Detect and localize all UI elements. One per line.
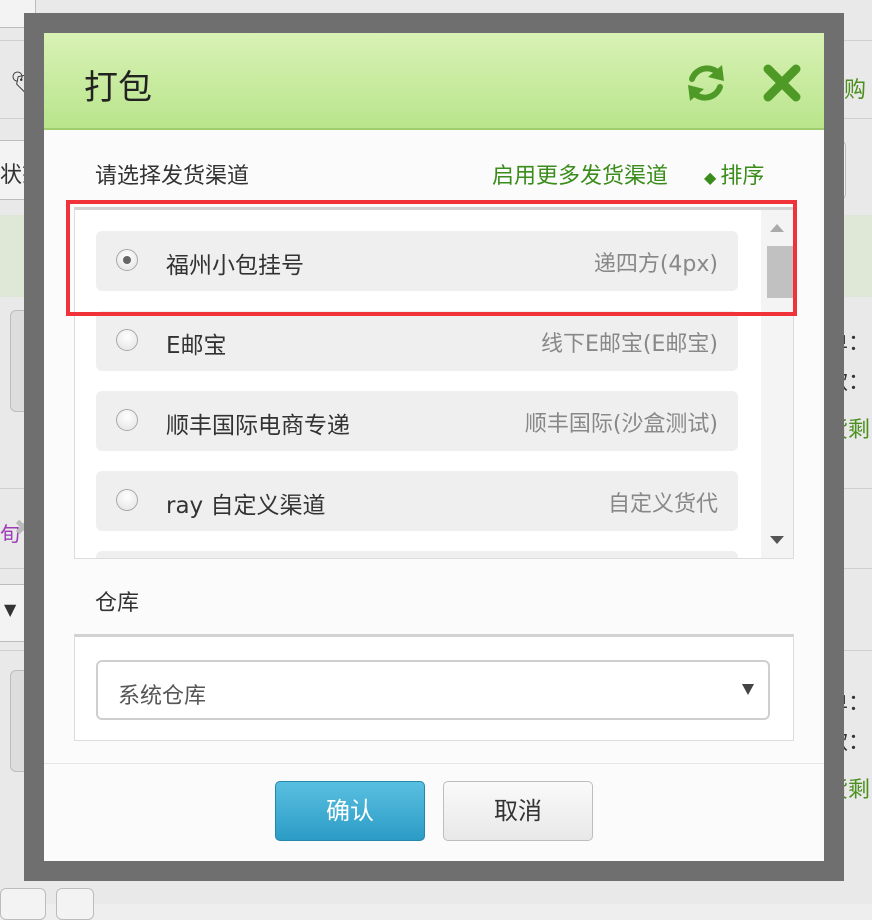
warehouse-select[interactable]: 系统仓库: [96, 660, 770, 720]
confirm-button[interactable]: 确认: [275, 781, 425, 841]
warehouse-label: 仓库: [95, 591, 140, 616]
channel-carrier: 递四方(4px): [593, 252, 718, 277]
background-button: [0, 888, 46, 920]
channel-name: ray 自定义渠道: [166, 493, 326, 519]
channel-name: E邮宝: [166, 333, 227, 359]
channel-radio[interactable]: [116, 409, 138, 431]
channel-radio[interactable]: [116, 489, 138, 511]
channel-list-scrollbar[interactable]: [761, 210, 793, 558]
background-button: [56, 888, 94, 920]
dialog-title: 打包: [84, 68, 152, 108]
channel-carrier: 自定义货代: [607, 492, 718, 517]
scroll-up-arrow-icon[interactable]: [770, 224, 784, 232]
channel-name: 顺丰国际电商专递: [166, 413, 350, 439]
channel-option-partial[interactable]: [96, 551, 738, 558]
shipping-channel-list[interactable]: 福州小包挂号 递四方(4px) E邮宝 线下E邮宝(E邮宝) 顺丰国际电商专递 …: [74, 207, 794, 559]
sort-link-label: 排序: [720, 164, 765, 189]
dialog-footer-divider: [44, 763, 824, 764]
channel-option[interactable]: 顺丰国际电商专递 顺丰国际(沙盒测试): [96, 391, 738, 451]
chevron-down-icon: [742, 684, 754, 695]
scroll-down-arrow-icon[interactable]: [770, 536, 784, 544]
channel-section-label: 请选择发货渠道: [95, 164, 250, 189]
close-icon[interactable]: [760, 61, 804, 105]
cancel-button[interactable]: 取消: [443, 781, 593, 841]
channel-option[interactable]: ray 自定义渠道 自定义货代: [96, 471, 738, 531]
enable-more-channels-link[interactable]: 启用更多发货渠道: [492, 158, 668, 190]
warehouse-section: 系统仓库: [74, 634, 794, 741]
refresh-icon[interactable]: [684, 61, 728, 105]
channel-name: 福州小包挂号: [166, 253, 304, 279]
channel-carrier: 顺丰国际(沙盒测试): [524, 412, 718, 437]
channel-radio[interactable]: [116, 249, 138, 271]
sort-icon: ◆: [704, 168, 717, 187]
chevron-down-icon: ▼: [4, 600, 17, 619]
channel-option[interactable]: E邮宝 线下E邮宝(E邮宝): [96, 311, 738, 371]
channel-radio[interactable]: [116, 329, 138, 351]
channel-option[interactable]: 福州小包挂号 递四方(4px): [96, 231, 738, 291]
scroll-thumb[interactable]: [767, 246, 793, 298]
pack-dialog: 打包 请选择发货渠道 启用更多发货渠道 ◆排序 福州小包挂号 递四方(4px): [44, 33, 824, 861]
sort-link[interactable]: ◆ 排序: [704, 158, 764, 190]
channel-carrier: 线下E邮宝(E邮宝): [541, 332, 718, 357]
dialog-header: 打包: [44, 33, 824, 130]
warehouse-selected-value: 系统仓库: [118, 684, 207, 709]
